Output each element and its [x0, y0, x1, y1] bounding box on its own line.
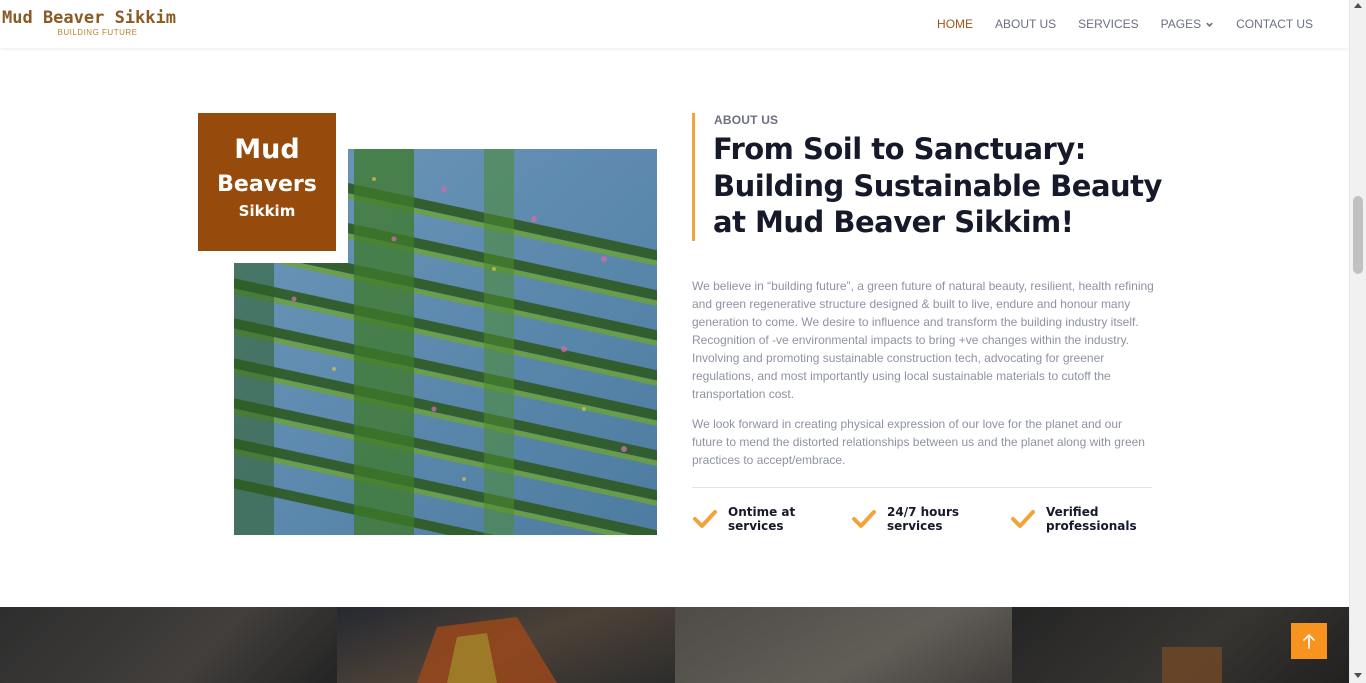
feature-ontime: Ontime at services — [692, 505, 828, 533]
feature-label: Verified professionals — [1046, 505, 1137, 533]
brand-name: Mud Beaver Sikkim — [2, 8, 176, 28]
feature-verified: Verified professionals — [1010, 505, 1146, 533]
divider — [692, 487, 1152, 488]
back-to-top-button[interactable] — [1291, 623, 1327, 659]
badge-line-3: Sikkim — [238, 202, 296, 220]
chevron-down-icon — [1206, 22, 1213, 27]
nav-pages-label: PAGES — [1160, 17, 1202, 31]
check-icon — [1011, 510, 1035, 528]
brand-logo[interactable]: Mud Beaver Sikkim BUILDING FUTURE — [2, 8, 187, 38]
nav-home[interactable]: HOME — [937, 17, 973, 31]
scroll-down-arrow-icon[interactable] — [1354, 673, 1362, 678]
feature-24-7: 24/7 hours services — [851, 505, 987, 533]
feature-label: Ontime at services — [728, 505, 796, 533]
page-scrollbar[interactable] — [1349, 0, 1366, 683]
badge-line-1: Mud — [234, 134, 300, 165]
feature-label: 24/7 hours services — [887, 505, 959, 533]
about-paragraph-1: We believe in “building future”, a green… — [692, 279, 1154, 401]
gallery-strip — [0, 607, 1349, 683]
section-eyebrow: ABOUT US — [714, 113, 779, 127]
navbar: Mud Beaver Sikkim BUILDING FUTURE HOME A… — [0, 0, 1349, 48]
check-icon — [852, 510, 876, 528]
gallery-tile[interactable] — [0, 607, 338, 683]
gallery-tile[interactable] — [337, 607, 675, 683]
nav-pages[interactable]: PAGES — [1161, 17, 1214, 31]
about-paragraph-2: We look forward in creating physical exp… — [692, 417, 1145, 467]
check-icon — [693, 510, 717, 528]
nav-about-us[interactable]: ABOUT US — [995, 17, 1056, 31]
gallery-tile[interactable] — [674, 607, 1012, 683]
scroll-up-arrow-icon[interactable] — [1354, 3, 1362, 8]
arrow-up-icon — [1303, 633, 1315, 649]
main-nav: HOME ABOUT US SERVICES PAGES CONTACT US — [937, 0, 1313, 48]
scrollbar-thumb[interactable] — [1353, 196, 1363, 274]
badge-line-2: Beavers — [217, 172, 317, 197]
nav-contact-us[interactable]: CONTACT US — [1236, 17, 1313, 31]
nav-services[interactable]: SERVICES — [1078, 17, 1138, 31]
brand-tagline: BUILDING FUTURE — [57, 28, 138, 37]
heading-accent-bar — [692, 113, 695, 241]
section-heading: From Soil to Sanctuary: Building Sustain… — [713, 132, 1162, 239]
brand-badge: Mud Beavers Sikkim — [198, 113, 336, 251]
